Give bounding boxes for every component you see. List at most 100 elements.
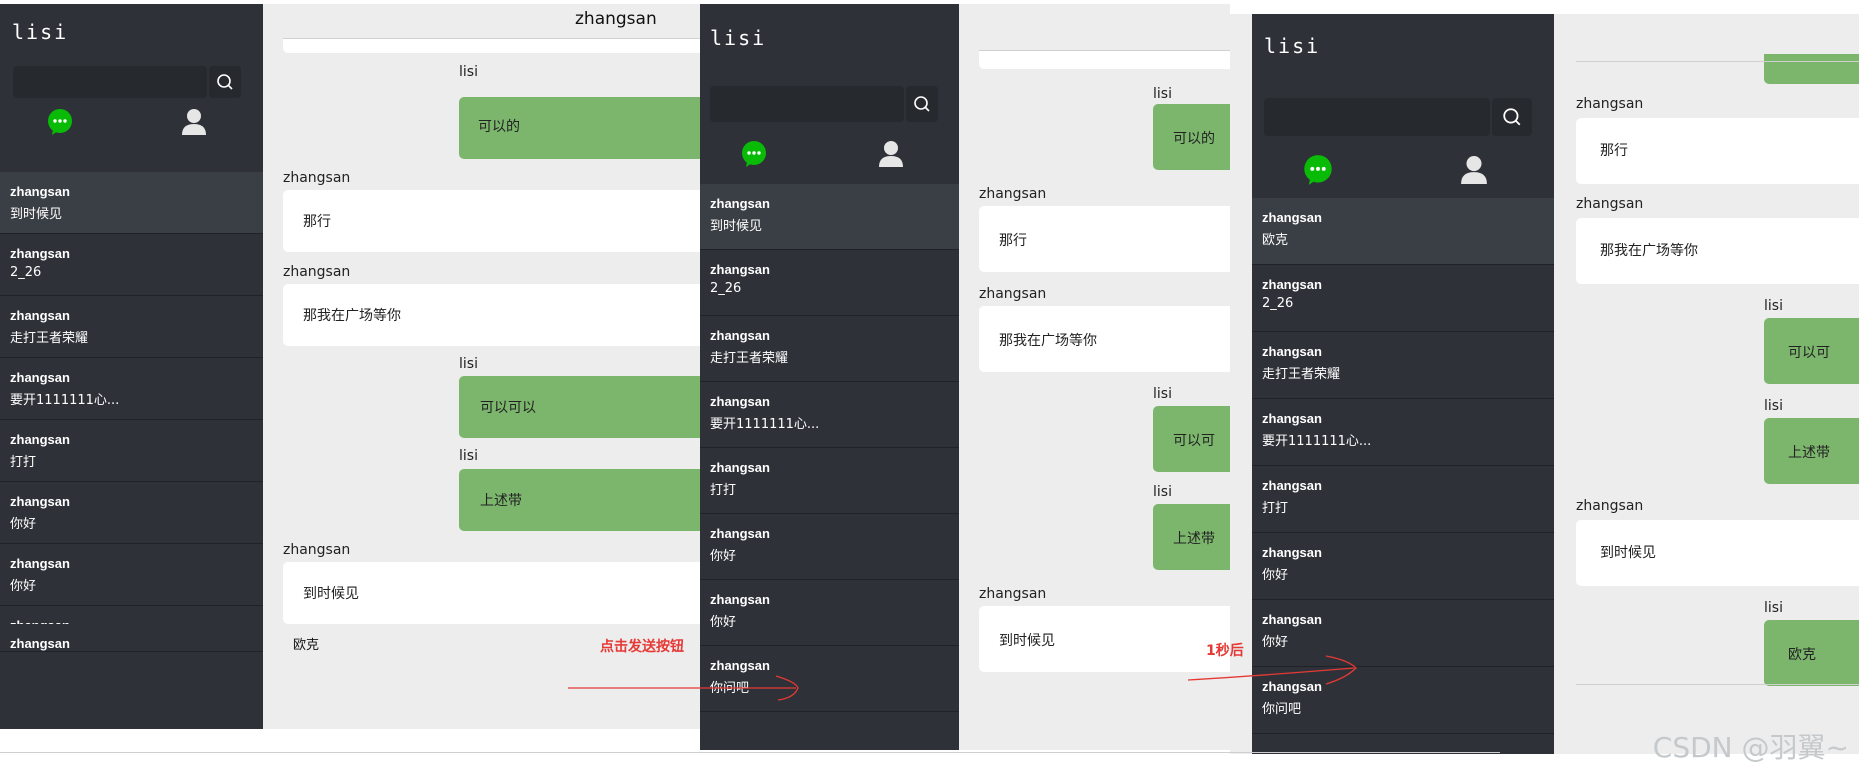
message-preview: 要开1111111心... <box>10 393 120 408</box>
contact-name: zhangsan <box>1262 411 1322 426</box>
chat-panel: lisi 可以的 zhangsan 那行 zhangsan 那我在广场等你 li… <box>959 4 1230 750</box>
message-text: 上述带 <box>1788 445 1830 461</box>
message-input[interactable]: 欧克 <box>293 634 319 653</box>
message-text: 可以可 <box>1788 345 1830 361</box>
list-item[interactable]: zhangsan 2_26 <box>700 250 959 316</box>
message-preview: 你好 <box>710 549 737 564</box>
list-item[interactable]: zhangsan 要开1111111心... <box>700 382 959 448</box>
contact-name: zhangsan <box>1262 478 1322 493</box>
message-text: 可以可以 <box>480 400 536 416</box>
message-sender: zhangsan <box>979 286 1047 302</box>
message-preview: 欧克 <box>1262 233 1289 248</box>
message-preview: 走打王者荣耀 <box>10 331 89 346</box>
arrow-annotation <box>1187 655 1357 685</box>
contact-name: zhangsan <box>710 460 770 475</box>
list-item[interactable]: zhangsan 你好 <box>0 544 263 606</box>
list-item[interactable]: zhangsan 打打 <box>700 448 959 514</box>
message-text: 那我在广场等你 <box>1600 243 1698 259</box>
conversation-list: zhangsan 到时候见 zhangsan 2_26 zhangsan 走打王者荣耀 zh… <box>700 184 959 712</box>
message-sender: zhangsan <box>1576 498 1644 514</box>
contact-name: zhangsan <box>710 394 770 409</box>
user-icon <box>1461 156 1487 184</box>
message-text: 到时候见 <box>999 633 1055 649</box>
message-bubble-self: 可以可 <box>1764 318 1859 384</box>
list-item[interactable]: zhangsan 打打 <box>0 420 263 482</box>
contact-name: zhangsan <box>710 526 770 541</box>
list-item[interactable]: zhangsan 走打王者荣耀 <box>1252 332 1554 399</box>
list-item[interactable]: zhangsan 你好 <box>1252 533 1554 600</box>
message-preview: 2_26 <box>710 281 742 296</box>
message-sender: lisi <box>1764 398 1783 414</box>
message-preview: 走打王者荣耀 <box>1262 367 1341 382</box>
message-bubble-other: 那行 <box>283 190 700 252</box>
chat-panel: zhangsan lisi 可以的 zhangsan 那行 zhangsan 那… <box>263 4 700 624</box>
message-sender: zhangsan <box>1576 196 1644 212</box>
contact-name: zhangsan <box>1262 612 1322 627</box>
search-button[interactable] <box>209 66 241 98</box>
watermark: CSDN @羽翼~ <box>1652 731 1849 764</box>
chat-title: zhangsan <box>575 9 657 29</box>
tab-chat[interactable] <box>1302 154 1334 190</box>
list-item[interactable]: zhangsan 2_26 <box>1252 265 1554 332</box>
contact-name: zhangsan <box>10 636 70 651</box>
search-input[interactable] <box>710 86 904 122</box>
search-button[interactable] <box>906 86 938 122</box>
owner-name: lisi <box>710 26 767 50</box>
list-item[interactable]: zhangsan 走打王者荣耀 <box>0 296 263 358</box>
message-preview: 走打王者荣耀 <box>710 351 789 366</box>
search-input[interactable] <box>1264 98 1490 136</box>
message-preview: 2_26 <box>1262 296 1294 311</box>
list-item[interactable]: zhangsan 2_26 <box>0 234 263 296</box>
message-bubble-partial <box>979 51 1230 69</box>
contact-name: zhangsan <box>10 370 70 385</box>
message-preview: 你好 <box>10 579 37 594</box>
message-preview: 你好 <box>1262 635 1289 650</box>
list-item[interactable]: zhangsan 你好 <box>700 580 959 646</box>
list-item[interactable]: zhangsan你问吧 <box>0 606 263 624</box>
list-item[interactable]: zhangsan 你好 <box>0 482 263 544</box>
search-button[interactable] <box>1492 98 1532 136</box>
message-text: 那行 <box>303 214 331 230</box>
sidebar-bottom: zhangsan <box>0 624 263 729</box>
list-item[interactable]: zhangsan 欧克 <box>1252 198 1554 265</box>
list-item[interactable]: zhangsan 你好 <box>700 514 959 580</box>
message-bubble-other: 那行 <box>1576 118 1859 184</box>
chat-bubble-icon <box>1304 155 1332 185</box>
tab-chat[interactable] <box>740 140 768 172</box>
message-sender: zhangsan <box>283 264 351 280</box>
list-item[interactable]: zhangsan 要开1111111心... <box>0 358 263 420</box>
message-bubble-other: 那我在广场等你 <box>283 284 700 346</box>
list-item[interactable]: zhangsan <box>0 624 263 652</box>
conversation-list: zhangsan 到时候见 zhangsan 2_26 zhangsan 走打王者荣耀 zh… <box>0 172 263 624</box>
message-preview: 你问吧 <box>1262 702 1302 717</box>
contact-name: zhangsan <box>710 196 770 211</box>
message-preview: 你好 <box>1262 568 1289 583</box>
list-item[interactable]: zhangsan 走打王者荣耀 <box>700 316 959 382</box>
message-sender: zhangsan <box>979 586 1047 602</box>
message-preview: 打打 <box>710 483 737 498</box>
message-bubble-partial <box>283 39 700 53</box>
tab-contacts[interactable] <box>1460 154 1488 190</box>
list-item[interactable]: zhangsan 到时候见 <box>0 172 263 234</box>
message-bubble-self: 上述带 <box>1764 418 1859 484</box>
contact-name: zhangsan <box>1262 545 1322 560</box>
sidebar: lisi zhangsan 欧克 zhangsan 2_26 zhangsan 走打王者荣… <box>1252 14 1554 754</box>
contact-name: zhangsan <box>710 262 770 277</box>
message-bubble-other: 那我在广场等你 <box>1576 218 1859 284</box>
message-text: 那行 <box>999 233 1027 249</box>
message-text: 可以可 <box>1173 433 1215 449</box>
header-divider <box>1576 61 1859 62</box>
message-sender: lisi <box>459 64 478 80</box>
user-icon <box>182 109 206 135</box>
list-item[interactable]: zhangsan 要开1111111心... <box>1252 399 1554 466</box>
list-item[interactable]: zhangsan 到时候见 <box>700 184 959 250</box>
contact-name: zhangsan <box>10 494 70 509</box>
tab-chat[interactable] <box>46 108 74 140</box>
tab-contacts[interactable] <box>181 108 207 140</box>
tab-contacts[interactable] <box>878 140 904 172</box>
contact-name: zhangsan <box>1262 277 1322 292</box>
search-input[interactable] <box>13 66 207 98</box>
contact-name: zhangsan <box>10 432 70 447</box>
contact-name: zhangsan <box>10 184 70 199</box>
list-item[interactable]: zhangsan 打打 <box>1252 466 1554 533</box>
